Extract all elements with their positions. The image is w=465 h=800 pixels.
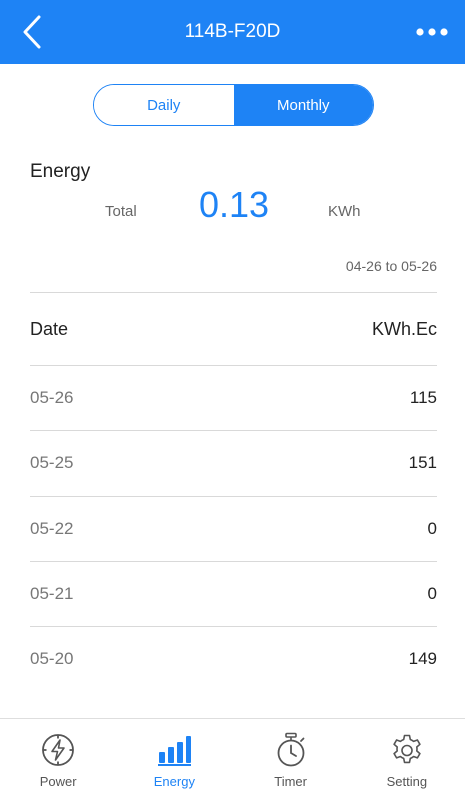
tab-monthly[interactable]: Monthly	[233, 85, 373, 125]
row-date: 05-22	[30, 518, 74, 538]
period-selector: Daily Monthly	[93, 84, 374, 126]
tab-setting[interactable]: Setting	[349, 719, 465, 800]
tab-timer[interactable]: Timer	[233, 719, 349, 800]
table-header: Date KWh.Ec	[30, 293, 437, 365]
column-date-header: Date	[30, 318, 69, 339]
energy-icon	[156, 732, 192, 768]
row-date: 05-20	[30, 649, 74, 669]
more-icon	[416, 28, 448, 36]
tab-energy[interactable]: Energy	[116, 719, 232, 800]
row-value: 115	[409, 388, 437, 408]
total-label: Total	[105, 203, 137, 220]
tab-setting-label: Setting	[386, 774, 428, 789]
table-row: 05-25 151	[30, 430, 437, 495]
row-value: 0	[427, 518, 437, 538]
timer-icon	[273, 732, 309, 768]
tab-power[interactable]: Power	[0, 719, 116, 800]
date-range: 04-26 to 05-26	[345, 258, 437, 274]
app-header: 114B-F20D	[0, 0, 465, 64]
energy-table: 05-26 115 05-25 151 05-22 0 05-21 0 05-2…	[30, 365, 437, 691]
row-value: 149	[408, 649, 437, 669]
row-value: 0	[427, 584, 437, 604]
energy-heading: Energy	[30, 161, 91, 182]
tab-daily[interactable]: Daily	[94, 85, 234, 125]
table-row: 05-26 115	[30, 365, 437, 430]
bottom-tab-bar: Power Energy Timer Setting	[0, 718, 465, 800]
page-title: 114B-F20D	[184, 21, 281, 42]
tab-energy-label: Energy	[153, 774, 195, 789]
row-value: 151	[408, 453, 437, 473]
table-row: 05-22 0	[30, 495, 437, 561]
tab-timer-label: Timer	[274, 774, 307, 789]
table-row: 05-20 149	[30, 626, 437, 691]
gear-icon	[389, 732, 425, 768]
power-icon	[40, 732, 76, 768]
unit-label: KWh	[328, 203, 361, 220]
column-value-header: KWh.Ec	[371, 318, 437, 339]
row-date: 05-26	[30, 388, 74, 408]
tab-power-label: Power	[39, 774, 77, 789]
more-button[interactable]	[409, 12, 455, 52]
row-date: 05-21	[30, 584, 74, 604]
row-date: 05-25	[30, 453, 74, 473]
total-value: 0.13	[198, 184, 270, 225]
table-row: 05-21 0	[30, 560, 437, 626]
